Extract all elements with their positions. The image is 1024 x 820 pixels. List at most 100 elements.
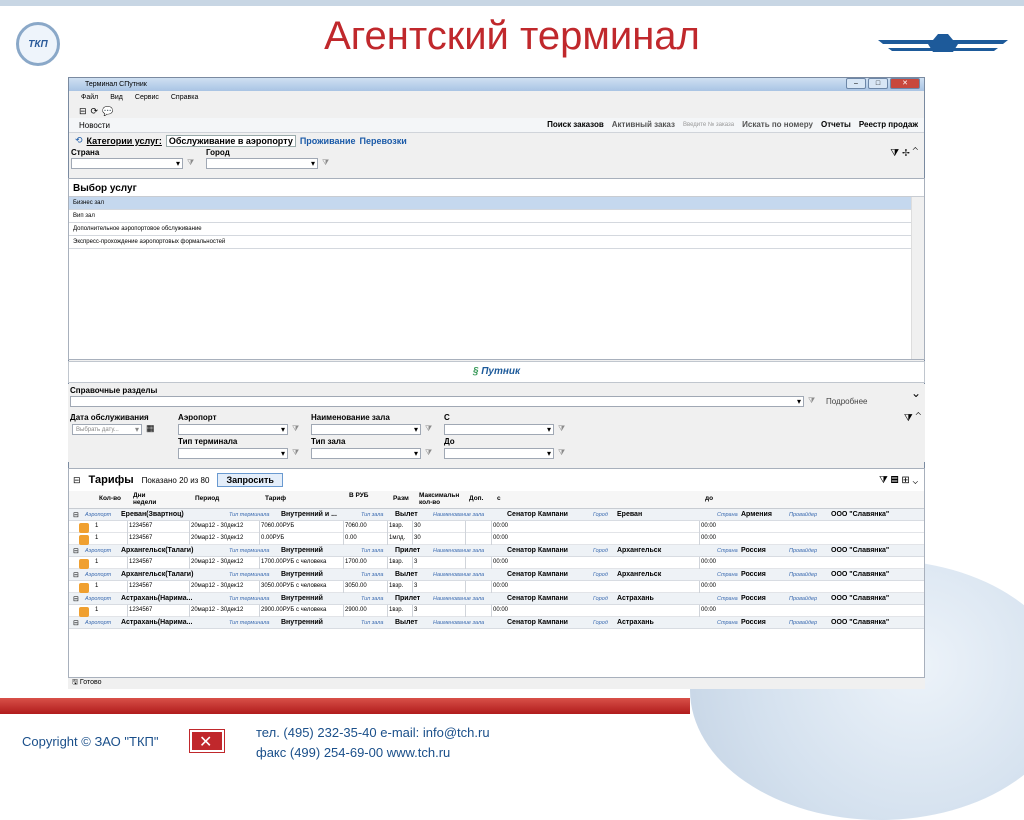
- tariffs-tools-icon[interactable]: ⧩ ▤ ⊞ ⌄: [879, 475, 918, 486]
- active-order-button[interactable]: Активный заказ: [612, 120, 675, 129]
- city-select[interactable]: [206, 158, 318, 169]
- col-qty[interactable]: Кол-во: [99, 495, 121, 502]
- service-item[interactable]: Дополнительное аэропортовое обслуживание: [69, 223, 911, 236]
- collapse-tariffs-icon[interactable]: ⊟: [73, 475, 81, 486]
- menu-file[interactable]: Файл: [81, 94, 98, 101]
- maximize-button[interactable]: □: [868, 78, 888, 89]
- reports-button[interactable]: Отчеты: [821, 120, 851, 129]
- group-label: Тип терминала: [229, 548, 270, 554]
- group-label: Тип терминала: [229, 572, 270, 578]
- table-row[interactable]: 1 1234567 20мар12 - 30дек12 7060.00РУБ 7060.…: [69, 521, 924, 533]
- calendar-icon[interactable]: ▦: [146, 423, 155, 434]
- col-max[interactable]: Максимальн кол-во: [419, 492, 467, 506]
- collapse-icon[interactable]: ⧩ ⌃: [904, 413, 921, 424]
- hall-type-filter-icon[interactable]: ⧩: [425, 448, 432, 458]
- cell-divider: [259, 521, 260, 533]
- chevron-down-icon[interactable]: ⌄: [911, 386, 921, 400]
- table-row[interactable]: 1 1234567 20мар12 - 30дек12 1700.00РУБ с че…: [69, 557, 924, 569]
- menu-help[interactable]: Справка: [171, 94, 198, 101]
- search-orders-button[interactable]: Поиск заказов: [547, 120, 604, 129]
- tariff-group-row[interactable]: ⊟ Аэропорт Астрахань(Нарима... Тип терминал…: [69, 593, 924, 605]
- add-tariff-icon[interactable]: [79, 523, 89, 533]
- from-filter-icon[interactable]: ⧩: [558, 424, 565, 434]
- request-button[interactable]: Запросить: [217, 473, 283, 487]
- to-select[interactable]: [444, 448, 554, 459]
- hall-name-select[interactable]: [311, 424, 421, 435]
- panel-controls-icon[interactable]: ⧩ ✢ ⌃: [890, 148, 918, 159]
- country-filter-icon[interactable]: ⧩: [187, 158, 194, 168]
- refresh-categories-icon[interactable]: ⟲: [75, 135, 83, 146]
- col-from[interactable]: с: [497, 495, 501, 502]
- cell-from: 00:00: [493, 583, 509, 589]
- tariff-group-row[interactable]: ⊟ Аэропорт Ереван(Звартноц) Тип терминала Вн…: [69, 509, 924, 521]
- cell-divider: [465, 533, 466, 545]
- sales-registry-button[interactable]: Реестр продаж: [859, 120, 918, 129]
- date-input[interactable]: Выбрать дату...: [72, 424, 142, 435]
- tab-airport-service[interactable]: Обслуживание в аэропорту: [165, 134, 296, 147]
- service-item[interactable]: Вип зал: [69, 210, 911, 223]
- order-number-input[interactable]: Введите № заказа: [683, 122, 734, 128]
- reference-filter-icon[interactable]: ⧩: [808, 396, 815, 406]
- col-tariff[interactable]: Тариф: [265, 495, 286, 502]
- airport-select[interactable]: [178, 424, 288, 435]
- table-row[interactable]: 1 1234567 20мар12 - 30дек12 2900.00РУБ с че…: [69, 605, 924, 617]
- close-button[interactable]: ✕: [890, 78, 920, 89]
- city-filter-icon[interactable]: ⧩: [322, 158, 329, 168]
- tab-accommodation[interactable]: Проживание: [300, 136, 356, 146]
- cell-divider: [465, 581, 466, 593]
- minimize-button[interactable]: –: [846, 78, 866, 89]
- search-by-number-button[interactable]: Искать по номеру: [742, 120, 813, 129]
- group-label: Тип зала: [361, 512, 384, 518]
- menu-service[interactable]: Сервис: [135, 94, 159, 101]
- cell-divider: [127, 581, 128, 593]
- tariff-group-row[interactable]: ⊟ Аэропорт Архангельск(Талаги) Тип терминал…: [69, 545, 924, 557]
- cell-tariff: 1700.00РУБ с человека: [261, 559, 327, 565]
- hall-type-select[interactable]: [311, 448, 421, 459]
- col-to[interactable]: до: [705, 495, 713, 502]
- country-select[interactable]: [71, 158, 183, 169]
- add-tariff-icon[interactable]: [79, 607, 89, 617]
- add-tariff-icon[interactable]: [79, 535, 89, 545]
- group-terminal: Внутренний: [281, 571, 323, 578]
- table-row[interactable]: 1 1234567 20мар12 - 30дек12 0.00РУБ 0.00 1млд…: [69, 533, 924, 545]
- airport-filter-icon[interactable]: ⧩: [292, 424, 299, 434]
- chat-icon[interactable]: 💬: [102, 106, 113, 117]
- group-provider: ООО "Славянка": [831, 547, 890, 554]
- service-item[interactable]: Экспресс-прохождение аэропортовых формал…: [69, 236, 911, 249]
- add-tariff-icon[interactable]: [79, 559, 89, 569]
- to-filter-icon[interactable]: ⧩: [558, 448, 565, 458]
- refresh-icon[interactable]: ⟳: [91, 106, 99, 117]
- services-scrollbar[interactable]: [911, 197, 924, 359]
- tab-transport[interactable]: Перевозки: [359, 136, 406, 146]
- col-size[interactable]: Разм: [393, 495, 409, 502]
- tariff-group-row[interactable]: ⊟ Аэропорт Архангельск(Талаги) Тип терминал…: [69, 569, 924, 581]
- from-select[interactable]: [444, 424, 554, 435]
- cell-divider: [387, 557, 388, 569]
- terminal-filter-icon[interactable]: ⧩: [292, 448, 299, 458]
- cell-max: 3: [414, 583, 418, 589]
- terminal-type-select[interactable]: [178, 448, 288, 459]
- putnik-brand: § Путник: [68, 361, 925, 383]
- menu-view[interactable]: Вид: [110, 94, 123, 101]
- group-label: Страна: [717, 596, 738, 602]
- news-link[interactable]: Новости: [79, 121, 110, 130]
- col-days[interactable]: Дни недели: [133, 492, 163, 506]
- service-item[interactable]: Бизнес зал: [69, 197, 911, 210]
- add-tariff-icon[interactable]: [79, 583, 89, 593]
- cell-rub: 1700.00: [345, 559, 367, 565]
- more-link[interactable]: Подробнее: [826, 397, 868, 406]
- group-city: Астрахань: [617, 619, 654, 626]
- hall-type-label: Тип зала: [311, 437, 346, 446]
- col-period[interactable]: Период: [195, 495, 219, 502]
- table-row[interactable]: 1 1234567 20мар12 - 30дек12 3050.00РУБ с че…: [69, 581, 924, 593]
- col-extra[interactable]: Доп.: [469, 495, 483, 502]
- contacts: тел. (495) 232-35-40 e-mail: info@tch.ru…: [256, 723, 490, 763]
- hall-name-filter-icon[interactable]: ⧩: [425, 424, 432, 434]
- col-rub[interactable]: В РУБ: [349, 492, 369, 499]
- group-label: Наименование зала: [433, 620, 485, 626]
- window-icon[interactable]: ⊟: [79, 106, 87, 117]
- tariff-group-row[interactable]: ⊟ Аэропорт Астрахань(Нарима... Тип терминал…: [69, 617, 924, 629]
- cell-divider: [387, 605, 388, 617]
- reference-select[interactable]: [70, 396, 804, 407]
- cell-divider: [465, 521, 466, 533]
